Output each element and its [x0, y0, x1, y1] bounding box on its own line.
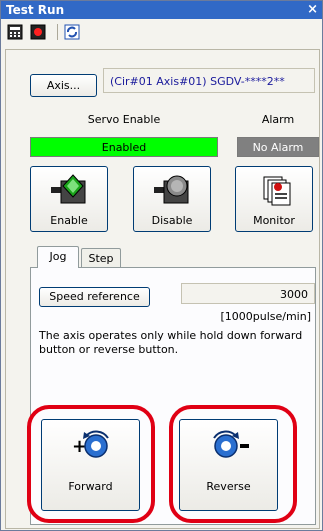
- close-icon[interactable]: ×: [307, 1, 318, 19]
- speed-value: 3000: [181, 283, 315, 304]
- servo-on-icon: [51, 174, 86, 204]
- calculator-icon[interactable]: [7, 24, 23, 40]
- axis-info: (Cir#01 Axis#01) SGDV-****2**: [103, 68, 315, 93]
- speed-reference-button[interactable]: Speed reference: [39, 287, 150, 307]
- servo-off-icon: [154, 175, 189, 204]
- record-icon[interactable]: [30, 24, 46, 40]
- tab-step[interactable]: Step: [81, 248, 121, 268]
- servo-enable-header: Servo Enable: [87, 113, 161, 126]
- monitor-button[interactable]: Monitor: [235, 166, 313, 232]
- jog-description: The axis operates only while hold down f…: [39, 329, 303, 356]
- tab-jog[interactable]: Jog: [37, 246, 79, 268]
- toolbar-separator: [57, 24, 58, 40]
- monitor-icon: [263, 176, 291, 206]
- speed-unit: [1000pulse/min]: [220, 310, 311, 323]
- enable-button[interactable]: Enable: [30, 166, 108, 232]
- servo-status: Enabled: [30, 137, 218, 157]
- axis-button[interactable]: Axis...: [30, 74, 97, 97]
- test-run-panel: Test Run × Axis... (Cir#01 Axis#01) SGDV…: [0, 0, 323, 531]
- alarm-status: No Alarm: [237, 137, 319, 157]
- enable-label: Enable: [50, 214, 88, 227]
- monitor-label: Monitor: [253, 214, 295, 227]
- disable-label: Disable: [151, 214, 193, 227]
- toolbar: [1, 20, 322, 44]
- disable-button[interactable]: Disable: [133, 166, 211, 232]
- refresh-icon[interactable]: [64, 24, 80, 40]
- forward-highlight-ring: [27, 405, 155, 523]
- reverse-highlight-ring: [169, 405, 297, 523]
- window-title: Test Run: [6, 3, 65, 17]
- alarm-header: Alarm: [261, 113, 295, 126]
- title-bar: Test Run ×: [1, 1, 322, 19]
